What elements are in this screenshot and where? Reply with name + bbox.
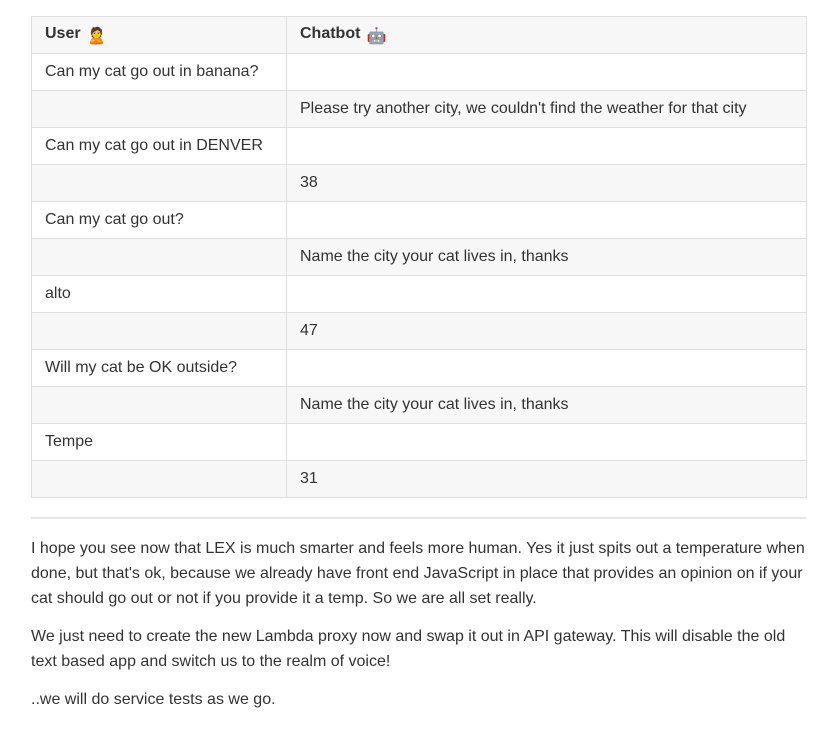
user-message-cell: Can my cat go out in banana? bbox=[31, 53, 287, 91]
table-row: Can my cat go out? bbox=[31, 201, 807, 239]
user-emoji-icon: 🙎 bbox=[86, 27, 107, 45]
chat-transcript-table: User 🙎 Chatbot 🤖 Can my cat go out in bana… bbox=[31, 16, 807, 498]
table-row: Can my cat go out in DENVER bbox=[31, 127, 807, 165]
section-divider bbox=[31, 517, 806, 519]
table-row: 31 bbox=[31, 460, 807, 498]
bot-message-cell bbox=[286, 275, 807, 313]
table-row: alto bbox=[31, 275, 807, 313]
user-message-cell bbox=[31, 386, 287, 424]
bot-message-cell bbox=[286, 201, 807, 239]
table-row: Name the city your cat lives in, thanks bbox=[31, 386, 807, 424]
user-message-cell: Tempe bbox=[31, 423, 287, 461]
table-row: Will my cat be OK outside? bbox=[31, 349, 807, 387]
user-message-cell: alto bbox=[31, 275, 287, 313]
table-row: 38 bbox=[31, 164, 807, 202]
bot-message-cell bbox=[286, 127, 807, 165]
user-message-cell bbox=[31, 90, 287, 128]
article-content: User 🙎 Chatbot 🤖 Can my cat go out in bana… bbox=[31, 16, 807, 712]
table-header-row: User 🙎 Chatbot 🤖 bbox=[31, 16, 807, 54]
bot-message-cell: 47 bbox=[286, 312, 807, 350]
bot-message-cell: Please try another city, we couldn't fin… bbox=[286, 90, 807, 128]
bot-message-cell: 38 bbox=[286, 164, 807, 202]
bot-message-cell bbox=[286, 423, 807, 461]
user-column-header: User 🙎 bbox=[31, 16, 287, 54]
article-body: I hope you see now that LEX is much smar… bbox=[31, 536, 806, 712]
paragraph-lex-smarter: I hope you see now that LEX is much smar… bbox=[31, 540, 805, 607]
robot-emoji-icon: 🤖 bbox=[366, 27, 387, 45]
user-message-cell: Can my cat go out in DENVER bbox=[31, 127, 287, 165]
user-header-label: User bbox=[45, 24, 81, 42]
bot-message-cell: Name the city your cat lives in, thanks bbox=[286, 238, 807, 276]
user-message-cell: Will my cat be OK outside? bbox=[31, 349, 287, 387]
table-row: Tempe bbox=[31, 423, 807, 461]
user-message-cell: Can my cat go out? bbox=[31, 201, 287, 239]
bot-message-cell bbox=[286, 53, 807, 91]
table-row: Name the city your cat lives in, thanks bbox=[31, 238, 807, 276]
user-message-cell bbox=[31, 238, 287, 276]
table-row: Please try another city, we couldn't fin… bbox=[31, 90, 807, 128]
chatbot-column-header: Chatbot 🤖 bbox=[286, 16, 807, 54]
bot-message-cell: Name the city your cat lives in, thanks bbox=[286, 386, 807, 424]
bot-message-cell bbox=[286, 349, 807, 387]
table-row: Can my cat go out in banana? bbox=[31, 53, 807, 91]
bot-message-cell: 31 bbox=[286, 460, 807, 498]
chatbot-header-label: Chatbot bbox=[300, 24, 361, 42]
paragraph-service-tests: ..we will do service tests as we go. bbox=[31, 691, 276, 708]
user-message-cell bbox=[31, 312, 287, 350]
user-message-cell bbox=[31, 460, 287, 498]
table-row: 47 bbox=[31, 312, 807, 350]
paragraph-lambda-proxy: We just need to create the new Lambda pr… bbox=[31, 628, 786, 670]
user-message-cell bbox=[31, 164, 287, 202]
